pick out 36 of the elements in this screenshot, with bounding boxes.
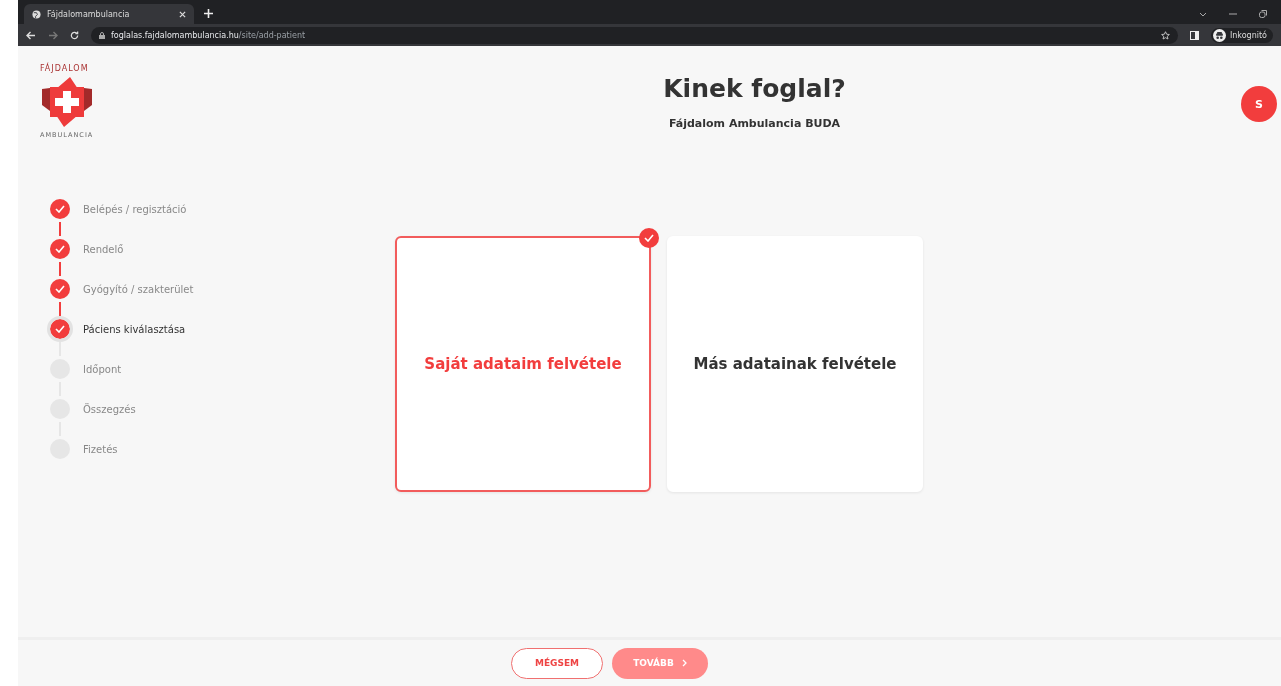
clinic-name: Fájdalom Ambulancia BUDA	[668, 117, 841, 130]
check-icon	[644, 234, 654, 242]
user-avatar[interactable]: S	[1241, 86, 1277, 122]
incognito-icon	[1212, 28, 1226, 42]
address-bar[interactable]: foglalas.fajdalomambulancia.hu/site/add-patient	[91, 26, 1178, 44]
new-tab-icon[interactable]	[204, 9, 213, 18]
option-card[interactable]: Más adatainak felvétele	[667, 236, 923, 492]
step-label: Összegzés	[83, 403, 136, 415]
lock-icon	[99, 31, 105, 39]
logo-text: FÁJDALOM	[40, 64, 89, 73]
step-label: Gyógyító / szakterület	[83, 283, 194, 295]
page-title: Kinek foglal?	[663, 74, 846, 103]
back-icon[interactable]	[26, 30, 36, 40]
check-icon	[55, 285, 65, 293]
reload-icon[interactable]	[70, 30, 79, 40]
cancel-button[interactable]: MÉGSEM	[511, 647, 603, 679]
incognito-button[interactable]: Inkognitó	[1210, 27, 1273, 43]
star-icon[interactable]	[1160, 30, 1170, 40]
option-card[interactable]: Saját adataim felvétele	[395, 236, 651, 492]
check-icon	[55, 205, 65, 213]
globe-icon	[32, 9, 41, 19]
close-icon[interactable]	[179, 10, 186, 18]
step-label: Rendelő	[83, 243, 124, 255]
step-label: Időpont	[83, 363, 122, 375]
side-panel-icon[interactable]	[1189, 30, 1199, 40]
browser-tab[interactable]: Fájdalomambulancia	[24, 4, 194, 24]
step-label: Páciens kiválasztása	[83, 323, 186, 335]
step-label: Belépés / regisztáció	[83, 203, 187, 215]
step-label: Fizetés	[83, 443, 118, 455]
check-icon	[55, 245, 65, 253]
chevron-right-icon	[681, 659, 687, 667]
restore-icon[interactable]	[1259, 10, 1267, 18]
logo-cross-icon	[40, 77, 94, 127]
check-icon	[55, 325, 65, 333]
chevron-down-icon[interactable]	[1199, 11, 1207, 17]
forward-icon[interactable]	[48, 30, 58, 40]
